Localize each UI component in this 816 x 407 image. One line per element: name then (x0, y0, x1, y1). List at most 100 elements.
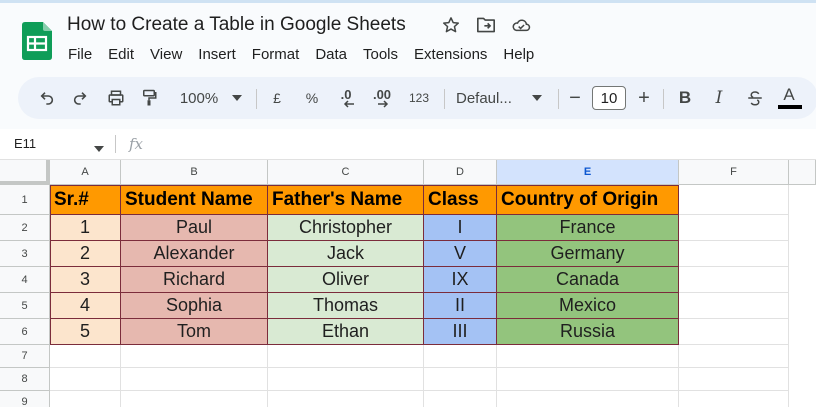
column-header-f[interactable]: F (679, 160, 789, 185)
column-header-g[interactable] (789, 160, 816, 185)
cell-c8[interactable] (268, 368, 424, 391)
font-size-input[interactable]: 10 (592, 86, 626, 110)
cell-e3[interactable]: Germany (497, 241, 679, 267)
bold-button[interactable]: B (676, 77, 694, 119)
cell-f3[interactable] (679, 241, 789, 267)
cell-f2[interactable] (679, 215, 789, 241)
cell-b2[interactable]: Paul (121, 215, 268, 241)
cell-c3[interactable]: Jack (268, 241, 424, 267)
cell-b7[interactable] (121, 345, 268, 368)
cell-a2[interactable]: 1 (50, 215, 121, 241)
cell-a5[interactable]: 4 (50, 293, 121, 319)
cell-a9[interactable] (50, 391, 121, 407)
cell-f4[interactable] (679, 267, 789, 293)
menu-data[interactable]: Data (307, 45, 355, 65)
cell-d5[interactable]: II (424, 293, 497, 319)
cell-f7[interactable] (679, 345, 789, 368)
row-header-9[interactable]: 9 (0, 391, 50, 407)
paint-format-icon[interactable] (138, 77, 160, 119)
document-title[interactable]: How to Create a Table in Google Sheets (67, 14, 406, 36)
cell-e7[interactable] (497, 345, 679, 368)
row-header-1[interactable]: 1 (0, 185, 50, 215)
column-header-e[interactable]: E (497, 160, 679, 185)
cell-d8[interactable] (424, 368, 497, 391)
cell-b9[interactable] (121, 391, 268, 407)
cell-d9[interactable] (424, 391, 497, 407)
row-header-5[interactable]: 5 (0, 293, 50, 319)
cell-d2[interactable]: I (424, 215, 497, 241)
zoom-select[interactable]: 100% (174, 77, 224, 119)
cell-d4[interactable]: IX (424, 267, 497, 293)
cell-d6[interactable]: III (424, 319, 497, 345)
menu-format[interactable]: Format (244, 45, 308, 65)
undo-icon[interactable] (36, 77, 58, 119)
move-folder-icon[interactable] (476, 14, 496, 36)
cell-c5[interactable]: Thomas (268, 293, 424, 319)
cell-d3[interactable]: V (424, 241, 497, 267)
row-header-8[interactable]: 8 (0, 368, 50, 391)
header-cell-class[interactable]: Class (424, 185, 497, 215)
strikethrough-icon[interactable] (744, 77, 766, 119)
cell-b8[interactable] (121, 368, 268, 391)
percent-button[interactable]: % (302, 77, 322, 119)
cell-e6[interactable]: Russia (497, 319, 679, 345)
redo-icon[interactable] (69, 77, 91, 119)
sheets-logo-icon[interactable] (22, 22, 52, 60)
column-header-d[interactable]: D (424, 160, 497, 185)
column-header-a[interactable]: A (50, 160, 121, 185)
name-box-dropdown-icon[interactable] (94, 139, 104, 157)
row-header-7[interactable]: 7 (0, 345, 50, 368)
header-cell-country[interactable]: Country of Origin (497, 185, 679, 215)
row-header-6[interactable]: 6 (0, 319, 50, 345)
cell-a4[interactable]: 3 (50, 267, 121, 293)
decrease-font-size-button[interactable]: − (566, 77, 584, 119)
cell-c2[interactable]: Christopher (268, 215, 424, 241)
menu-edit[interactable]: Edit (100, 45, 142, 65)
cell-c7[interactable] (268, 345, 424, 368)
font-family-select[interactable]: Defaul... (456, 77, 520, 119)
cell-f1[interactable] (679, 185, 789, 215)
cell-a6[interactable]: 5 (50, 319, 121, 345)
cell-f9[interactable] (679, 391, 789, 407)
column-header-b[interactable]: B (121, 160, 268, 185)
cell-c4[interactable]: Oliver (268, 267, 424, 293)
cell-e8[interactable] (497, 368, 679, 391)
print-icon[interactable] (104, 77, 128, 119)
cell-f6[interactable] (679, 319, 789, 345)
currency-button[interactable]: £ (267, 77, 287, 119)
cell-e2[interactable]: France (497, 215, 679, 241)
cell-c9[interactable] (268, 391, 424, 407)
italic-button[interactable]: I (710, 77, 728, 119)
menu-extensions[interactable]: Extensions (406, 45, 495, 65)
cell-a7[interactable] (50, 345, 121, 368)
cell-e4[interactable]: Canada (497, 267, 679, 293)
cell-a3[interactable]: 2 (50, 241, 121, 267)
header-cell-sr[interactable]: Sr.# (50, 185, 121, 215)
cloud-saved-icon[interactable] (511, 14, 531, 36)
cell-b3[interactable]: Alexander (121, 241, 268, 267)
star-icon[interactable] (441, 14, 461, 36)
zoom-dropdown-icon[interactable] (230, 77, 244, 119)
font-dropdown-icon[interactable] (530, 77, 544, 119)
row-header-3[interactable]: 3 (0, 241, 50, 267)
menu-file[interactable]: File (60, 45, 100, 65)
cell-a8[interactable] (50, 368, 121, 391)
number-format-button[interactable]: 123 (406, 77, 432, 119)
cell-e9[interactable] (497, 391, 679, 407)
menu-help[interactable]: Help (495, 45, 542, 65)
cell-f5[interactable] (679, 293, 789, 319)
column-header-c[interactable]: C (268, 160, 424, 185)
header-cell-fathers-name[interactable]: Father's Name (268, 185, 424, 215)
cell-b6[interactable]: Tom (121, 319, 268, 345)
cell-b4[interactable]: Richard (121, 267, 268, 293)
name-box[interactable]: E11 (14, 136, 36, 151)
cell-c6[interactable]: Ethan (268, 319, 424, 345)
cell-d7[interactable] (424, 345, 497, 368)
cell-e5[interactable]: Mexico (497, 293, 679, 319)
header-cell-student-name[interactable]: Student Name (121, 185, 268, 215)
row-header-4[interactable]: 4 (0, 267, 50, 293)
select-all-corner[interactable] (0, 160, 50, 185)
menu-tools[interactable]: Tools (355, 45, 406, 65)
row-header-2[interactable]: 2 (0, 215, 50, 241)
menu-insert[interactable]: Insert (190, 45, 244, 65)
